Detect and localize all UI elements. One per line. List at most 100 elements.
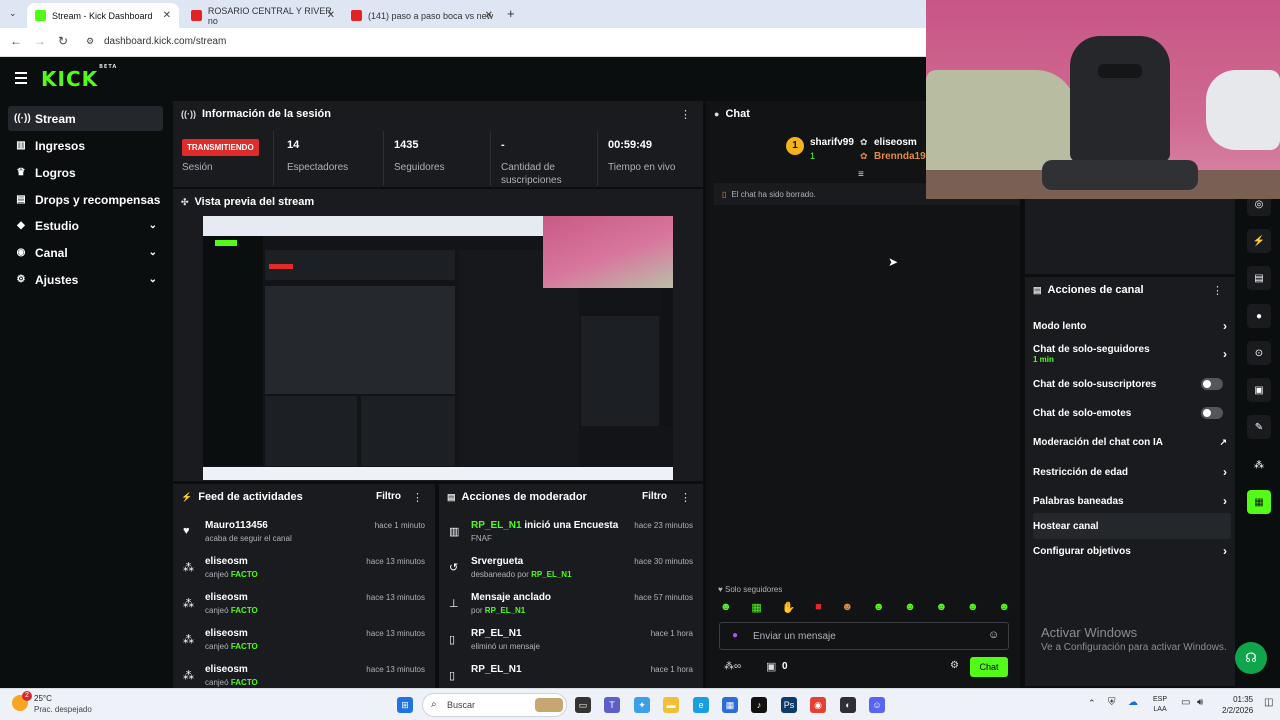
top-user-name[interactable]: sharifv99	[810, 137, 854, 148]
windows-start-icon[interactable]: ⊞	[397, 697, 413, 713]
activity-user[interactable]: eliseosm	[205, 664, 248, 675]
discord-icon[interactable]: ☺	[869, 697, 885, 713]
close-tab-icon[interactable]: ✕	[485, 10, 493, 21]
close-tab-icon[interactable]: ✕	[327, 10, 335, 21]
language-indicator[interactable]: ESP LAA	[1153, 695, 1167, 715]
task-view-icon[interactable]: ▭	[575, 697, 591, 713]
filter-button[interactable]: Filtro	[376, 491, 401, 502]
emotes-only-toggle[interactable]	[1201, 407, 1223, 419]
action-followers-only[interactable]: Chat de solo-seguidores 1 min ›	[1033, 339, 1231, 369]
clock[interactable]: 01:35 2/2/2026	[1222, 694, 1253, 716]
emote-icon[interactable]: ☻	[998, 601, 1010, 615]
more-options-icon[interactable]: ⋮	[680, 108, 691, 121]
new-tab-icon[interactable]: +	[507, 6, 515, 21]
emote-icon[interactable]: ☻	[720, 601, 732, 615]
action-age-restriction[interactable]: Restricción de edad ›	[1033, 459, 1231, 485]
obs-icon[interactable]: ◐	[840, 697, 856, 713]
webcam-chair-back	[1070, 36, 1170, 162]
emote-icon[interactable]: ☻	[936, 601, 948, 615]
preview-icon: ✣	[181, 196, 189, 207]
subscribers-only-toggle[interactable]	[1201, 378, 1223, 390]
store-icon[interactable]: ▦	[722, 697, 738, 713]
action-goals[interactable]: Configurar objetivos ›	[1033, 538, 1231, 564]
volume-icon[interactable]: 🔊︎	[1197, 697, 1203, 708]
edge-icon[interactable]: e	[693, 697, 709, 713]
defender-icon[interactable]: ⛨	[1108, 697, 1116, 708]
action-slow-mode[interactable]: Modo lento ›	[1033, 313, 1231, 339]
document-icon[interactable]: ▤	[1247, 266, 1271, 290]
more-options-icon[interactable]: ⋮	[1212, 284, 1223, 297]
points-icon[interactable]: ⁂∞	[724, 661, 741, 672]
stream-preview-video[interactable]	[203, 216, 673, 480]
notifications-icon[interactable]: ◫	[1264, 697, 1273, 708]
network-icon[interactable]: ▭	[1181, 697, 1190, 708]
file-explorer-icon[interactable]: ▬	[663, 697, 679, 713]
chat-settings-icon[interactable]: ⚙	[950, 660, 959, 671]
more-options-icon[interactable]: ⋮	[412, 491, 423, 504]
activity-user[interactable]: Mauro113456	[205, 520, 268, 531]
tab-list-chevron-icon[interactable]: ⌄	[9, 8, 17, 19]
sidebar-item-ajustes[interactable]: ⚙ Ajustes ⌄	[8, 267, 163, 292]
layout-icon[interactable]: ▣	[1247, 378, 1271, 402]
url-field[interactable]: dashboard.kick.com/stream	[104, 36, 226, 47]
weather-widget[interactable]: 2 25°C Prac. despejado	[10, 691, 110, 717]
activity-user[interactable]: eliseosm	[205, 592, 248, 603]
chrome-icon[interactable]: ◉	[810, 697, 826, 713]
taskbar-search[interactable]: ⌕ Buscar	[422, 693, 567, 717]
emote-icon[interactable]: ▦	[751, 601, 761, 615]
sidebar-item-stream[interactable]: ((·)) Stream	[8, 106, 163, 131]
photoshop-icon[interactable]: Ps	[781, 697, 797, 713]
mod-action-title[interactable]: Srvergueta	[471, 556, 523, 567]
tiktok-icon[interactable]: ♪	[751, 697, 767, 713]
top-user-name[interactable]: Brennda19	[874, 151, 926, 162]
top-user-name[interactable]: eliseosm	[874, 137, 917, 148]
action-host-channel[interactable]: Hostear canal	[1033, 513, 1231, 539]
activity-user[interactable]: eliseosm	[205, 628, 248, 639]
mod-action-title[interactable]: RP_EL_N1	[471, 664, 522, 675]
teams-icon[interactable]: T	[604, 697, 620, 713]
emote-icon[interactable]: ☻	[842, 601, 854, 615]
broadcast-icon[interactable]: ⊙	[1247, 341, 1271, 365]
chat-bubble-icon[interactable]: ●	[1247, 304, 1271, 328]
sidebar-item-logros[interactable]: ♛ Logros	[8, 160, 163, 185]
menu-icon[interactable]	[15, 72, 27, 87]
kick-logo[interactable]: KICKBETA	[41, 64, 117, 91]
sidebar-item-estudio[interactable]: ◆ Estudio ⌄	[8, 213, 163, 238]
site-info-icon[interactable]: ⚙	[86, 36, 94, 47]
browser-tab-youtube-2[interactable]: (141) paso a paso boca vs new ✕	[343, 3, 501, 28]
copilot-icon[interactable]: ✦	[634, 697, 650, 713]
add-widget-icon[interactable]: ▦	[1247, 490, 1271, 514]
browser-tab-kick[interactable]: Stream - Kick Dashboard ✕	[27, 3, 179, 28]
emote-icon[interactable]: ☻	[873, 601, 885, 615]
mod-action-title[interactable]: RP_EL_N1	[471, 628, 522, 639]
activity-user[interactable]: eliseosm	[205, 556, 248, 567]
sidebar-item-ingresos[interactable]: ▥ Ingresos	[8, 133, 163, 158]
emote-icon[interactable]: ☻	[967, 601, 979, 615]
support-button[interactable]: ☊	[1235, 642, 1267, 674]
microphone-icon[interactable]: ●	[732, 630, 738, 641]
emoji-icon[interactable]: ☺	[988, 629, 999, 641]
emote-icon[interactable]: ☻	[904, 601, 916, 615]
chat-send-button[interactable]: Chat	[970, 657, 1008, 677]
close-tab-icon[interactable]: ✕	[163, 10, 171, 21]
reload-icon[interactable]: ↻	[58, 34, 68, 48]
collapse-icon[interactable]: ≡	[858, 169, 864, 180]
sidebar-item-drops[interactable]: ▤ Drops y recompensas	[8, 187, 163, 212]
action-ai-moderation[interactable]: Moderación del chat con IA ↗	[1033, 429, 1231, 455]
back-icon[interactable]: ←	[10, 34, 22, 48]
browser-tab-youtube-1[interactable]: ROSARIO CENTRAL Y RIVER no ✕	[183, 3, 343, 28]
bolt-icon[interactable]: ⚡	[1247, 229, 1271, 253]
filter-button[interactable]: Filtro	[642, 491, 667, 502]
emote-icon[interactable]: ■	[815, 601, 822, 615]
sidebar-item-canal[interactable]: ◉ Canal ⌄	[8, 240, 163, 265]
wrench-icon[interactable]: ✎	[1247, 415, 1271, 439]
emote-icon[interactable]: ✋	[782, 601, 796, 615]
action-banned-words[interactable]: Palabras baneadas ›	[1033, 488, 1231, 514]
chat-input[interactable]: ● Enviar un mensaje ☺	[719, 622, 1009, 650]
forward-icon[interactable]: →	[34, 34, 46, 48]
onedrive-icon[interactable]: ☁	[1128, 697, 1138, 708]
points-icon[interactable]: ⁂	[1247, 453, 1271, 477]
gift-icon[interactable]: ▣	[766, 660, 776, 673]
more-options-icon[interactable]: ⋮	[680, 491, 691, 504]
show-hidden-icons[interactable]: ⌃	[1088, 698, 1096, 709]
